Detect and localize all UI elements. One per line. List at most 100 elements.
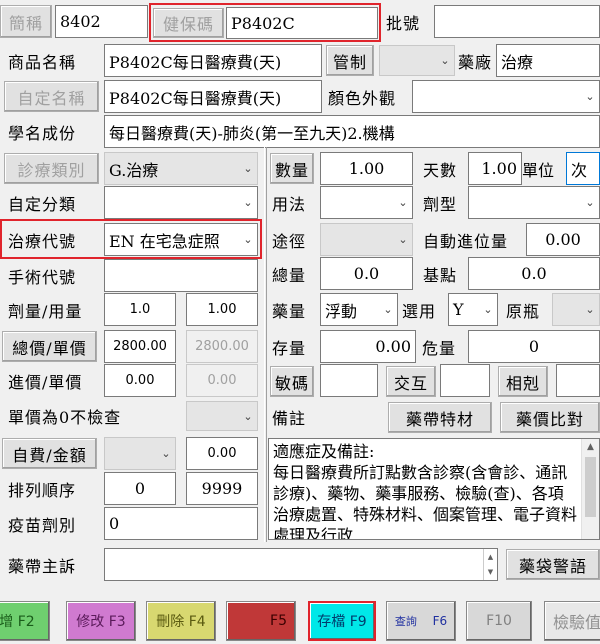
- control-select[interactable]: ⌄: [379, 45, 455, 76]
- usage-amount-field[interactable]: 1.00: [186, 293, 258, 326]
- dose-label: 劑量/用量: [8, 301, 83, 321]
- f5-button[interactable]: F5: [226, 601, 296, 641]
- scroll-up-icon[interactable]: ▲: [582, 439, 599, 456]
- lab-value-button[interactable]: 檢驗值: [544, 601, 600, 641]
- scroll-thumb[interactable]: [585, 457, 596, 517]
- delete-button[interactable]: 刪除 F4: [146, 601, 216, 641]
- product-name-label: 商品名稱: [8, 52, 77, 72]
- auto-round-label: 自動進位量: [423, 231, 509, 251]
- purchase-price-field[interactable]: 0.00: [104, 364, 176, 397]
- ingredient-field[interactable]: 每日醫療費(天)-肺炎(第一至九天)2.機構: [104, 115, 600, 148]
- antagonism-button[interactable]: 相剋: [498, 366, 548, 397]
- self-pay-amount-field[interactable]: 0.00: [186, 437, 258, 470]
- quantity-field[interactable]: 1.00: [320, 152, 413, 185]
- remark-label: 備註: [272, 408, 307, 428]
- chevron-down-icon: ⌄: [243, 162, 253, 175]
- factory-label: 藥廠: [458, 52, 493, 72]
- save-button[interactable]: 存檔 F9: [308, 601, 376, 641]
- surgery-code-label: 手術代號: [8, 267, 77, 287]
- complaint-label: 藥帶主訴: [8, 556, 77, 576]
- base-point-field[interactable]: 0.0: [468, 257, 600, 290]
- sensitive-code-field[interactable]: [320, 364, 378, 397]
- dosage-form-select[interactable]: ⌄: [468, 186, 600, 219]
- memo-scrollbar[interactable]: ▲: [581, 439, 599, 539]
- custom-name-field[interactable]: P8402C每日醫療費(天): [104, 80, 322, 113]
- custom-class-label: 自定分類: [8, 194, 77, 214]
- custom-class-select[interactable]: ⌄: [104, 186, 258, 219]
- treatment-code-highlight: [0, 219, 262, 259]
- drug-amount-select-value: 浮動: [325, 301, 358, 321]
- query-label: 查詢: [394, 615, 417, 628]
- f6-label: F6: [432, 614, 448, 628]
- stock-field[interactable]: 0.00: [320, 330, 416, 363]
- stock-label: 存量: [272, 338, 307, 358]
- category-button[interactable]: 診療類別: [4, 153, 99, 184]
- factory-field[interactable]: 治療: [496, 44, 600, 77]
- chevron-down-icon: ⌄: [161, 447, 171, 460]
- f10-button[interactable]: F10: [466, 601, 532, 641]
- dosage-form-label: 劑型: [423, 194, 458, 214]
- danger-label: 危量: [422, 338, 457, 358]
- chevron-down-icon: ⌄: [585, 196, 595, 209]
- unit-label: 單位: [522, 160, 555, 180]
- edit-button[interactable]: 修改 F3: [66, 601, 136, 641]
- interaction-button[interactable]: 交互: [386, 366, 436, 397]
- dose-field[interactable]: 1.0: [104, 293, 176, 326]
- zero-check-label: 單價為0不檢查: [8, 407, 122, 427]
- spin-down-icon[interactable]: ▼: [484, 565, 497, 581]
- complaint-field[interactable]: ▲ ▼: [104, 548, 498, 581]
- sensitive-code-button[interactable]: 敏碼: [270, 366, 314, 397]
- short-name-button[interactable]: 簡稱: [0, 5, 52, 38]
- vaccine-dose-field[interactable]: 0: [104, 507, 258, 540]
- chevron-down-icon: ⌄: [585, 90, 595, 103]
- product-name-field[interactable]: P8402C每日醫療費(天): [104, 44, 322, 77]
- base-point-label: 基點: [423, 265, 458, 285]
- indication-memo[interactable]: 適應症及備註: 每日醫療費所訂點數含診察(含會診、通訊診療)、藥物、藥事服務、檢…: [268, 438, 600, 540]
- bag-special-material-button[interactable]: 藥帶特材: [388, 402, 492, 433]
- sort-order-field-2[interactable]: 9999: [186, 472, 258, 505]
- batch-label: 批號: [386, 13, 421, 33]
- control-button[interactable]: 管制: [326, 45, 374, 76]
- vaccine-dose-label: 疫苗劑別: [8, 515, 77, 535]
- unit-price-field: 2800.00: [186, 330, 258, 363]
- interaction-field[interactable]: [440, 364, 490, 397]
- batch-field[interactable]: [434, 5, 600, 38]
- spin-up-icon[interactable]: ▲: [484, 549, 497, 565]
- chevron-down-icon: ⌄: [398, 196, 408, 209]
- usage-label: 用法: [272, 194, 307, 214]
- auto-round-field[interactable]: 0.00: [526, 223, 600, 256]
- zero-check-select[interactable]: ⌄: [186, 401, 258, 431]
- short-name-field[interactable]: 8402: [55, 5, 148, 38]
- quantity-button[interactable]: 數量: [270, 153, 314, 184]
- self-pay-select[interactable]: ⌄: [104, 437, 176, 470]
- appearance-select[interactable]: ⌄: [412, 80, 600, 113]
- antagonism-field[interactable]: [556, 364, 600, 397]
- self-pay-button[interactable]: 自費/金額: [2, 438, 97, 469]
- bag-warning-button[interactable]: 藥袋警語: [506, 549, 600, 580]
- original-bottle-select[interactable]: ⌄: [552, 293, 600, 326]
- original-bottle-label: 原瓶: [506, 301, 541, 321]
- custom-name-button[interactable]: 自定名稱: [4, 81, 99, 112]
- select-use-select[interactable]: Y ⌄: [448, 293, 498, 326]
- total-amount-label: 總量: [272, 265, 307, 285]
- days-field[interactable]: 1.00: [468, 152, 522, 185]
- danger-field[interactable]: 0: [468, 330, 600, 363]
- drug-amount-label: 藥量: [272, 301, 307, 321]
- category-select-value: G.治療: [109, 160, 159, 180]
- sort-order-field[interactable]: 0: [104, 472, 176, 505]
- total-price-field[interactable]: 2800.00: [104, 330, 176, 363]
- chevron-down-icon: ⌄: [243, 409, 253, 423]
- complaint-spinner[interactable]: ▲ ▼: [483, 549, 497, 580]
- total-price-button[interactable]: 總價/單價: [2, 331, 97, 362]
- query-button[interactable]: 查詢 F6: [386, 601, 456, 641]
- price-compare-button[interactable]: 藥價比對: [500, 402, 600, 433]
- select-use-select-value: Y: [453, 300, 464, 319]
- total-amount-field[interactable]: 0.0: [320, 257, 413, 290]
- usage-select[interactable]: ⌄: [320, 186, 413, 219]
- route-select[interactable]: ⌄: [320, 223, 413, 256]
- surgery-code-field[interactable]: [104, 259, 258, 292]
- unit-field[interactable]: 次: [566, 152, 600, 185]
- add-button[interactable]: 新增 F2: [0, 601, 50, 641]
- drug-amount-select[interactable]: 浮動 ⌄: [320, 293, 398, 326]
- category-select[interactable]: G.治療 ⌄: [104, 152, 258, 185]
